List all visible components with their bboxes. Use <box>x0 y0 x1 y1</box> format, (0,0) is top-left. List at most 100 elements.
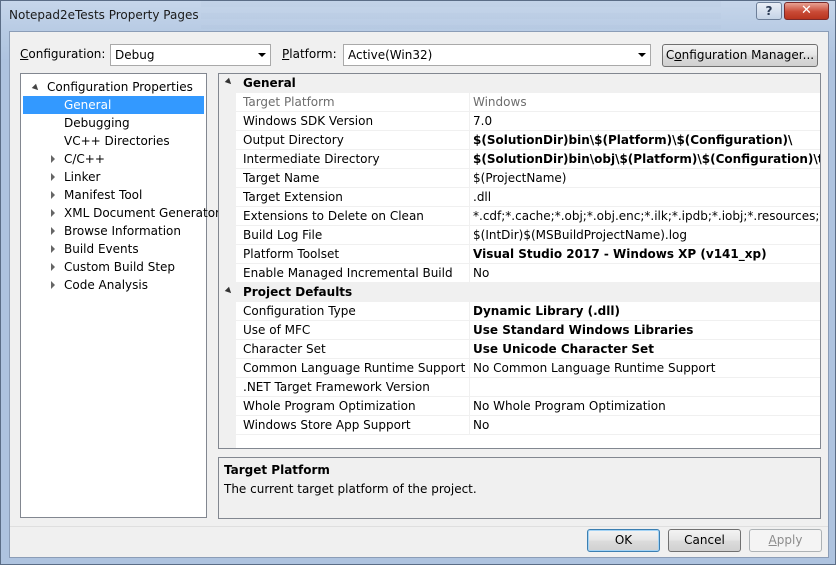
property-pages-window: Notepad2eTests Property Pages ? ✕ Config… <box>0 0 836 565</box>
tree-item-build-events[interactable]: Build Events <box>21 240 206 258</box>
property-row[interactable]: Common Language Runtime Support No Common… <box>236 359 820 378</box>
property-row[interactable]: Character Set Use Unicode Character Set <box>236 340 820 359</box>
title-bar[interactable]: Notepad2eTests Property Pages ? ✕ <box>1 1 835 31</box>
property-value[interactable]: No <box>473 416 820 434</box>
category-general[interactable]: General <box>219 74 820 93</box>
property-value[interactable]: $(SolutionDir)bin\$(Platform)\$(Configur… <box>473 131 820 149</box>
column-separator[interactable] <box>469 321 470 340</box>
tree-item-linker[interactable]: Linker <box>21 168 206 186</box>
property-value[interactable]: Windows <box>473 93 820 111</box>
property-value[interactable]: $(ProjectName) <box>473 169 820 187</box>
property-row[interactable]: Windows Store App Support No <box>236 416 820 435</box>
category-project-defaults[interactable]: Project Defaults <box>219 283 820 302</box>
property-row[interactable]: .NET Target Framework Version <box>236 378 820 397</box>
property-value[interactable]: No Common Language Runtime Support <box>473 359 820 377</box>
property-row[interactable]: Target Name $(ProjectName) <box>236 169 820 188</box>
property-value[interactable]: *.cdf;*.cache;*.obj;*.obj.enc;*.ilk;*.ip… <box>473 207 820 225</box>
collapse-arrow-icon[interactable] <box>224 77 234 87</box>
ok-button[interactable]: OK <box>587 529 660 552</box>
property-value[interactable]: Visual Studio 2017 - Windows XP (v141_xp… <box>473 245 820 263</box>
expand-arrow-icon[interactable] <box>51 263 55 271</box>
window-title: Notepad2eTests Property Pages <box>9 8 199 22</box>
expand-arrow-icon[interactable] <box>51 245 55 253</box>
expand-arrow-icon[interactable] <box>51 209 55 217</box>
column-separator[interactable] <box>469 245 470 264</box>
column-separator[interactable] <box>469 397 470 416</box>
tree-item-debugging[interactable]: Debugging <box>21 114 206 132</box>
property-value[interactable]: Use Standard Windows Libraries <box>473 321 820 339</box>
chevron-down-icon <box>258 53 266 57</box>
property-value[interactable]: Use Unicode Character Set <box>473 340 820 358</box>
expand-arrow-icon[interactable] <box>51 281 55 289</box>
apply-button[interactable]: Apply <box>749 529 822 552</box>
close-button[interactable]: ✕ <box>784 2 829 20</box>
property-row[interactable]: Output Directory $(SolutionDir)bin\$(Plat… <box>236 131 820 150</box>
property-value[interactable]: 7.0 <box>473 112 820 130</box>
property-row[interactable]: Platform Toolset Visual Studio 2017 - Win… <box>236 245 820 264</box>
property-row[interactable]: Build Log File $(IntDir)$(MSBuildProjectN… <box>236 226 820 245</box>
collapse-arrow-icon[interactable] <box>224 286 234 296</box>
tree-item-c-c-[interactable]: C/C++ <box>21 150 206 168</box>
property-value[interactable]: $(IntDir)$(MSBuildProjectName).log <box>473 226 820 244</box>
property-name: Target Platform <box>243 95 335 109</box>
tree-item-vc-directories[interactable]: VC++ Directories <box>21 132 206 150</box>
tree-item-code-analysis[interactable]: Code Analysis <box>21 276 206 294</box>
expand-arrow-icon[interactable] <box>31 83 41 93</box>
category-tree[interactable]: Configuration Properties General Debuggin… <box>20 73 220 518</box>
column-separator[interactable] <box>469 340 470 359</box>
property-row[interactable]: Use of MFC Use Standard Windows Libraries <box>236 321 820 340</box>
property-value[interactable]: .dll <box>473 188 820 206</box>
configuration-dropdown[interactable]: Debug <box>110 44 271 66</box>
column-separator[interactable] <box>469 150 470 169</box>
column-separator[interactable] <box>469 169 470 188</box>
property-value[interactable]: No Whole Program Optimization <box>473 397 820 415</box>
property-name: Target Extension <box>243 190 343 204</box>
tree-item-custom-build-step[interactable]: Custom Build Step <box>21 258 206 276</box>
tree-item-manifest-tool[interactable]: Manifest Tool <box>21 186 206 204</box>
tree-item-general[interactable]: General <box>23 96 204 114</box>
column-separator[interactable] <box>469 93 470 112</box>
expand-arrow-icon[interactable] <box>51 173 55 181</box>
tree-item-configuration-properties[interactable]: Configuration Properties <box>21 78 206 96</box>
tree-item-label: Linker <box>64 170 101 184</box>
property-row[interactable]: Target Extension .dll <box>236 188 820 207</box>
property-grid[interactable]: General Target Platform Windows Windows SDK… <box>218 73 821 449</box>
property-row[interactable]: Extensions to Delete on Clean *.cdf;*.cac… <box>236 207 820 226</box>
cancel-button[interactable]: Cancel <box>668 529 741 552</box>
platform-label: Platform: <box>282 47 337 61</box>
tree-item-label: Manifest Tool <box>64 188 143 202</box>
property-row[interactable]: Intermediate Directory $(SolutionDir)bin\… <box>236 150 820 169</box>
tree-item-label: General <box>64 98 112 112</box>
platform-value: Active(Win32) <box>348 48 433 62</box>
property-row[interactable]: Target Platform Windows <box>236 93 820 112</box>
expand-arrow-icon[interactable] <box>51 227 55 235</box>
column-separator[interactable] <box>469 226 470 245</box>
property-row[interactable]: Enable Managed Incremental Build No <box>236 264 820 283</box>
column-separator[interactable] <box>469 359 470 378</box>
column-separator[interactable] <box>469 188 470 207</box>
expand-arrow-icon[interactable] <box>51 155 55 163</box>
property-value[interactable]: No <box>473 264 820 282</box>
platform-dropdown[interactable]: Active(Win32) <box>343 44 651 66</box>
tree-item-label: C/C++ <box>64 152 105 166</box>
property-value[interactable]: Dynamic Library (.dll) <box>473 302 820 320</box>
tree-item-browse-information[interactable]: Browse Information <box>21 222 206 240</box>
column-separator[interactable] <box>469 264 470 283</box>
tree-item-label: VC++ Directories <box>64 134 170 148</box>
expand-arrow-icon[interactable] <box>51 191 55 199</box>
column-separator[interactable] <box>469 112 470 131</box>
configuration-manager-button[interactable]: Configuration Manager... <box>662 44 818 67</box>
column-separator[interactable] <box>469 416 470 435</box>
property-value[interactable]: $(SolutionDir)bin\obj\$(Platform)\$(Conf… <box>473 150 820 168</box>
property-row[interactable]: Windows SDK Version 7.0 <box>236 112 820 131</box>
tree-item-xml-document-generator[interactable]: XML Document Generator <box>21 204 220 222</box>
column-separator[interactable] <box>469 302 470 321</box>
column-separator[interactable] <box>469 207 470 226</box>
property-row[interactable]: Whole Program Optimization No Whole Progr… <box>236 397 820 416</box>
column-separator[interactable] <box>469 131 470 150</box>
column-separator[interactable] <box>469 378 470 397</box>
help-button[interactable]: ? <box>756 2 782 20</box>
property-row[interactable]: Configuration Type Dynamic Library (.dll) <box>236 302 820 321</box>
description-text: The current target platform of the proje… <box>224 482 477 496</box>
tree-item-label: Custom Build Step <box>64 260 176 274</box>
